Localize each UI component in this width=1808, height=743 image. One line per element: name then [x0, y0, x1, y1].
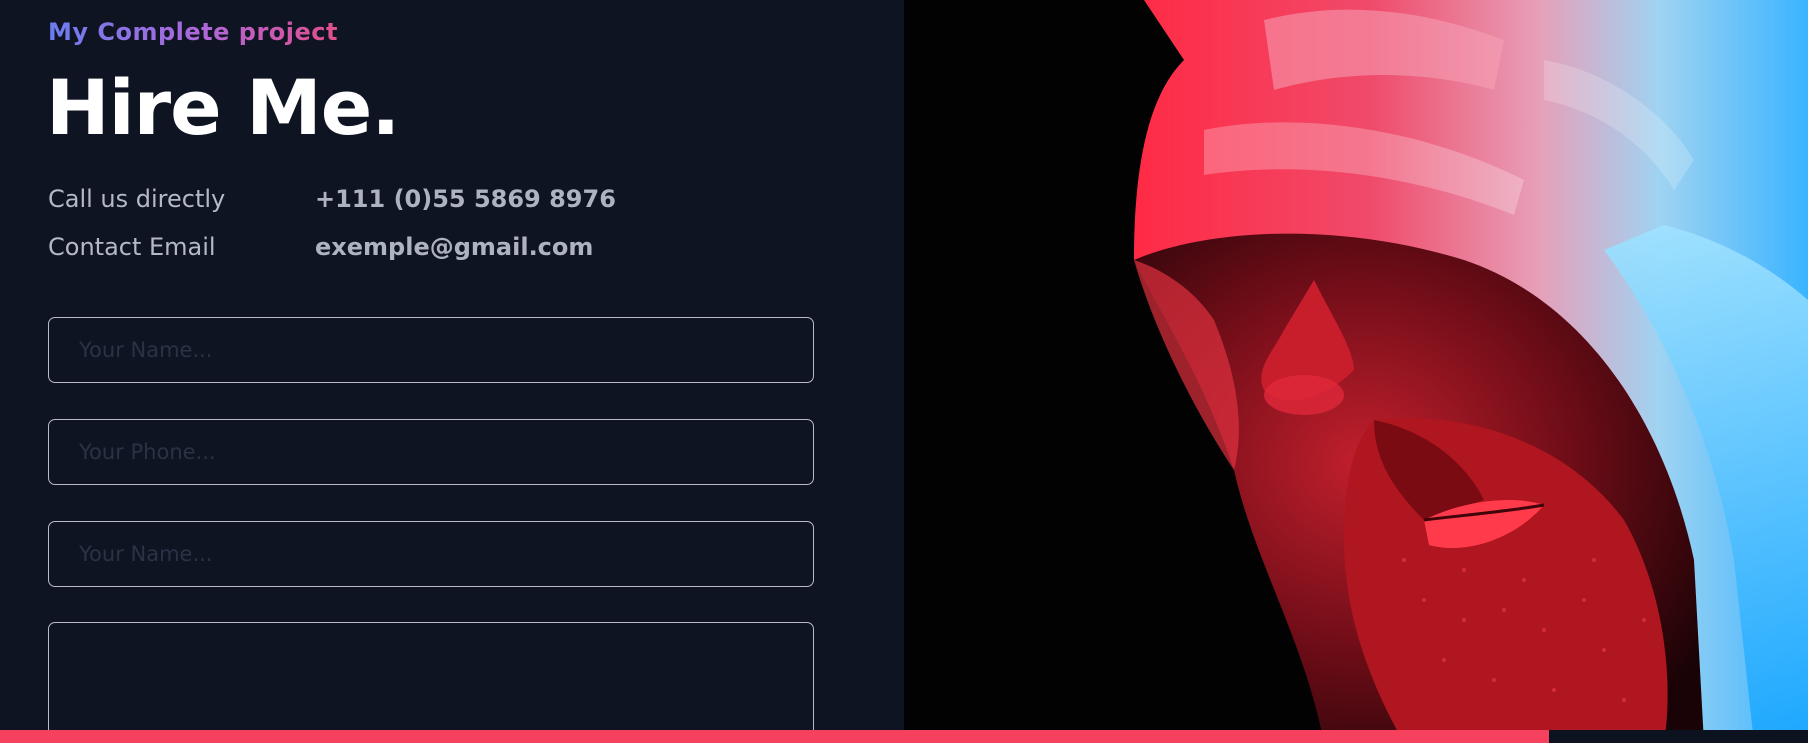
scroll-progress-fill [0, 730, 1550, 743]
phone-number[interactable]: +111 (0)55 5869 8976 [315, 185, 616, 213]
contact-row-email: Contact Email exemple@gmail.com [48, 233, 808, 267]
email-label: Contact Email [48, 233, 216, 261]
email-address[interactable]: exemple@gmail.com [315, 233, 593, 261]
contact-row-phone: Call us directly +111 (0)55 5869 8976 [48, 185, 808, 219]
phone-input[interactable] [48, 419, 814, 485]
hooded-portrait-image [904, 0, 1808, 743]
section-eyebrow: My Complete project [48, 18, 338, 46]
phone-label: Call us directly [48, 185, 226, 213]
scroll-progress-bar [0, 730, 1808, 743]
page-title: Hire Me. [46, 63, 400, 152]
name-input[interactable] [48, 317, 814, 383]
contact-section: My Complete project Hire Me. Call us dir… [0, 0, 904, 743]
second-name-input[interactable] [48, 521, 814, 587]
message-textarea[interactable] [48, 622, 814, 743]
